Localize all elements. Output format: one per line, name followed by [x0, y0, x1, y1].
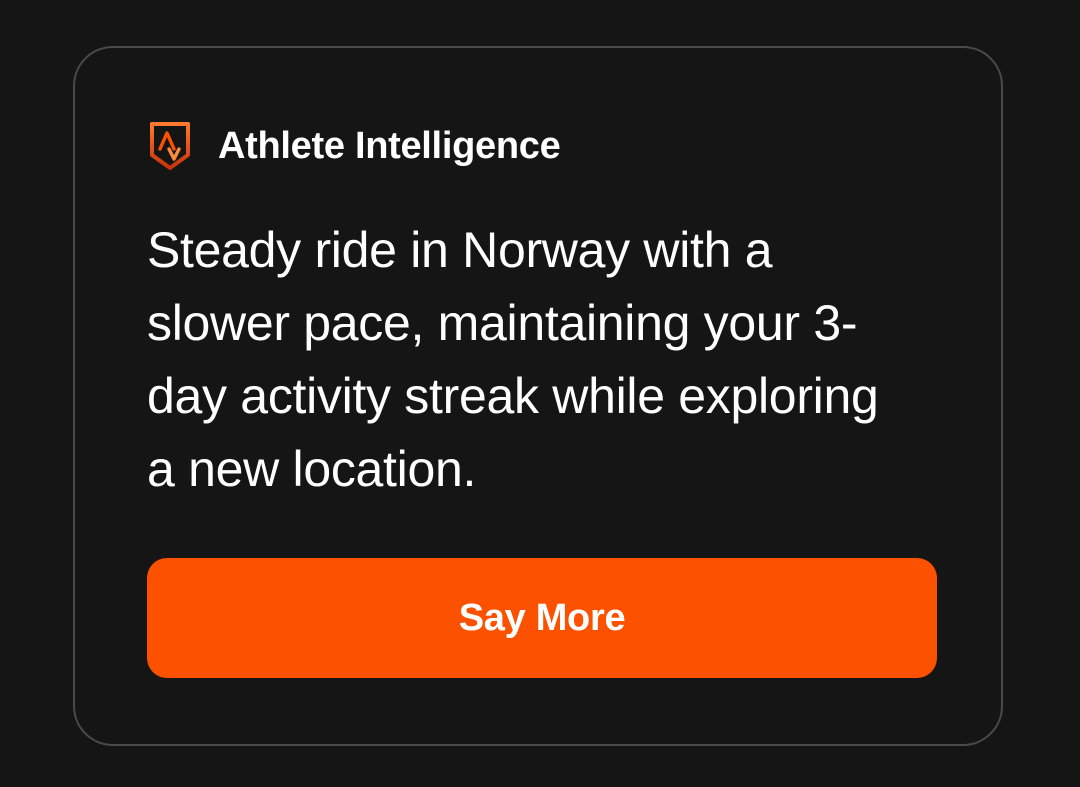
athlete-intelligence-card: Athlete Intelligence Steady ride in Norw…	[73, 46, 1003, 746]
card-title: Athlete Intelligence	[218, 124, 561, 167]
activity-summary-text: Steady ride in Norway with a slower pace…	[147, 222, 879, 497]
athlete-intelligence-badge-icon	[147, 120, 193, 172]
card-header: Athlete Intelligence	[147, 118, 561, 174]
say-more-button[interactable]: Say More	[147, 558, 937, 678]
